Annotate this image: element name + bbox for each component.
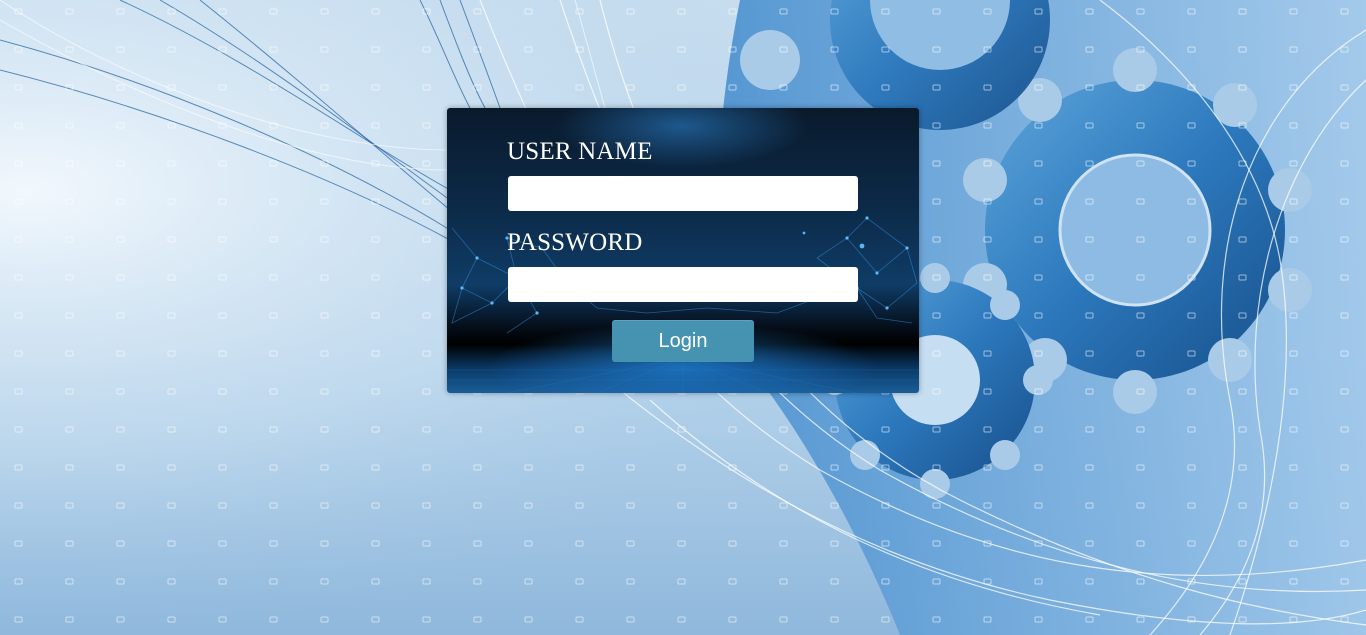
password-input[interactable] <box>508 267 858 302</box>
login-button[interactable]: Login <box>612 320 754 362</box>
password-label: PASSWORD <box>507 229 643 256</box>
username-label: USER NAME <box>507 138 653 165</box>
username-input[interactable] <box>508 176 858 211</box>
login-panel: USER NAME PASSWORD Login <box>447 108 919 393</box>
